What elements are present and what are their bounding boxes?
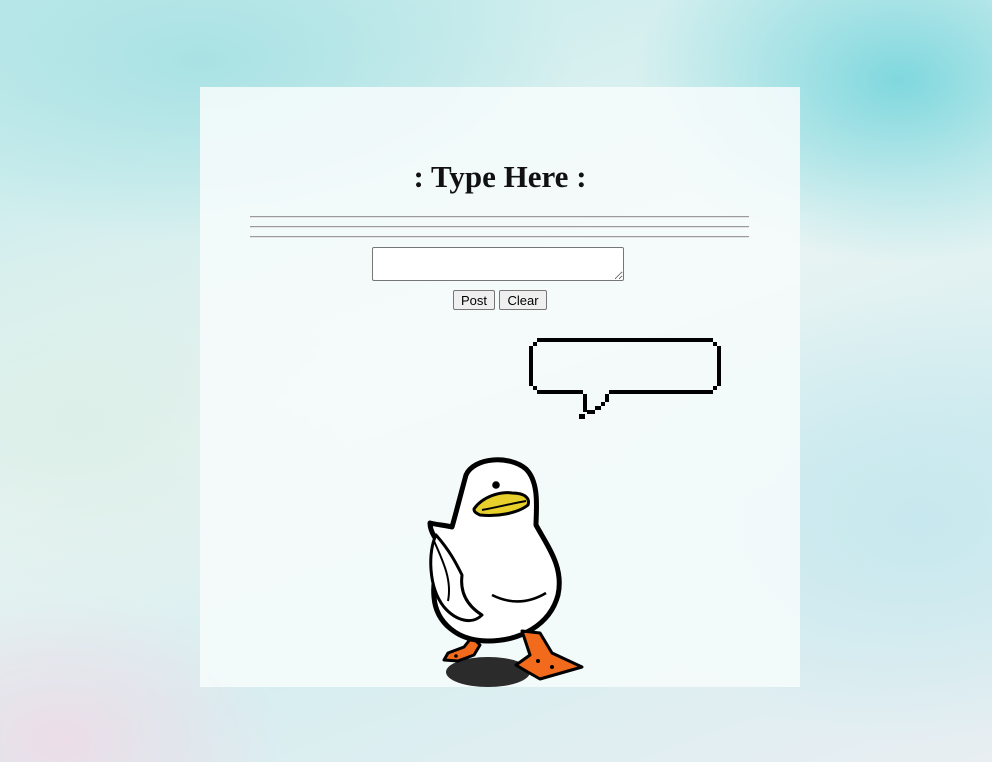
message-input[interactable] (372, 247, 624, 281)
clear-button[interactable]: Clear (499, 290, 547, 310)
divider-line-1 (250, 216, 749, 218)
divider-line-2 (250, 226, 749, 228)
duck-icon (427, 457, 584, 687)
main-panel: : Type Here : Post Clear (200, 87, 800, 687)
post-button[interactable]: Post (453, 290, 495, 310)
divider-line-3 (250, 236, 749, 238)
speech-bubble-text (539, 345, 709, 375)
page-title: : Type Here : (413, 159, 587, 194)
